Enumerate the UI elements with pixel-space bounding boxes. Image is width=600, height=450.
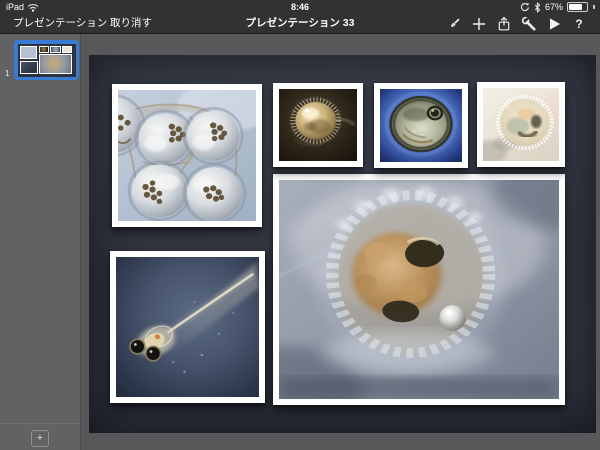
share-button[interactable] — [496, 16, 512, 32]
share-icon — [498, 16, 510, 30]
slide-navigator: 1 + — [0, 33, 81, 450]
play-button[interactable] — [546, 16, 562, 32]
battery-fill — [569, 4, 582, 10]
editor-canvas — [81, 33, 600, 450]
add-icon — [473, 17, 485, 30]
slide-number: 1 — [5, 69, 10, 78]
blue-ring-egg-image — [380, 89, 462, 162]
toolbar: プレゼンテーション 取り消す プレゼンテーション 33 ? — [0, 14, 600, 33]
thumb-photo — [38, 53, 72, 75]
pale-egg-image — [483, 88, 559, 161]
play-icon — [550, 17, 560, 30]
fish-larva-image — [116, 257, 259, 397]
thumb-photo — [61, 45, 72, 54]
thumb-photo — [19, 60, 38, 74]
clock: 8:46 — [290, 2, 309, 12]
rotation-lock-icon — [520, 2, 530, 12]
thumb-photo — [20, 46, 37, 59]
embryo-macro-image — [279, 180, 559, 399]
status-right: 67% — [520, 1, 595, 13]
tools-icon — [521, 15, 536, 31]
battery-icon — [567, 2, 588, 12]
status-bar: iPad 8:46 67% — [0, 0, 600, 14]
format-brush-icon — [451, 18, 460, 27]
keynote-app: iPad 8:46 67% プレゼンテーション 取り消す プレゼンテーション 3… — [0, 0, 600, 450]
help-icon: ? — [575, 16, 583, 31]
add-slide-button[interactable]: + — [31, 430, 49, 447]
egg-cluster-photo[interactable] — [112, 84, 262, 227]
format-button[interactable] — [446, 16, 462, 32]
bluetooth-icon — [534, 1, 541, 13]
blue-ring-egg-photo[interactable] — [374, 83, 468, 168]
help-button[interactable]: ? — [571, 16, 587, 32]
embryo-macro-photo[interactable] — [273, 174, 565, 405]
toolbar-icons: ? — [446, 14, 587, 33]
slide-thumbnail — [17, 43, 76, 77]
pale-egg-photo[interactable] — [477, 82, 565, 167]
add-button[interactable] — [471, 16, 487, 32]
slide-canvas[interactable] — [89, 55, 596, 433]
document-title: プレゼンテーション 33 — [245, 17, 355, 29]
top-bar: iPad 8:46 67% プレゼンテーション 取り消す プレゼンテーション 3… — [0, 0, 600, 34]
navigator-divider — [0, 423, 79, 424]
undo-button[interactable]: 取り消す — [110, 16, 152, 31]
slide-thumbnail-selected[interactable] — [14, 40, 79, 80]
battery-nub — [593, 5, 595, 9]
battery-percent: 67% — [544, 2, 563, 12]
fish-larva-photo[interactable] — [110, 251, 265, 403]
tools-button[interactable] — [521, 15, 537, 32]
dark-fuzzy-egg-photo[interactable] — [273, 83, 363, 167]
dark-fuzzy-egg-image — [279, 89, 357, 161]
thumb-photo — [38, 45, 49, 54]
egg-cluster-image — [118, 90, 256, 221]
presentations-button[interactable]: プレゼンテーション — [13, 16, 107, 31]
thumb-photo — [50, 45, 61, 54]
